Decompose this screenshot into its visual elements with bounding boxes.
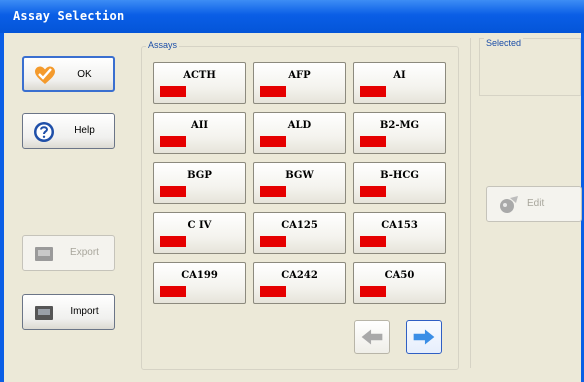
assay-status-indicator [160,286,186,297]
assay-status-indicator [160,186,186,197]
assay-button[interactable]: ALD [253,112,346,154]
assay-name: BGP [187,170,212,181]
next-page-button[interactable] [406,320,442,354]
assay-status-indicator [360,186,386,197]
assay-name: CA242 [281,270,318,281]
assay-status-indicator [360,236,386,247]
assay-status-indicator [260,186,286,197]
assay-button[interactable]: BGP [153,162,246,204]
assay-name: CA125 [281,220,318,231]
ok-button-label: OK [77,69,92,80]
export-disk-icon [35,247,53,261]
prev-page-button[interactable] [354,320,390,354]
assay-status-indicator [260,136,286,147]
help-button-label: Help [74,125,95,136]
window-title: Assay Selection [13,9,125,23]
help-question-icon [34,122,54,142]
import-disk-icon [35,306,53,320]
import-button[interactable]: Import [22,294,115,330]
assay-button[interactable]: CA242 [253,262,346,304]
assay-button[interactable]: CA199 [153,262,246,304]
arrow-right-icon [413,329,435,345]
window-border-left [0,33,4,382]
assay-name: ALD [287,120,312,131]
assay-name: BGW [285,170,314,181]
assay-name: CA50 [384,270,415,281]
assay-name: AFP [288,70,311,81]
assay-name: CA199 [181,270,218,281]
assay-button[interactable]: AII [153,112,246,154]
arrow-left-icon [361,329,383,345]
assay-status-indicator [160,86,186,97]
export-button-label: Export [70,247,99,258]
edit-paint-icon [500,196,518,213]
assay-status-indicator [160,136,186,147]
assay-status-indicator [260,86,286,97]
assay-status-indicator [360,286,386,297]
assay-name: AII [190,120,209,131]
assay-name: ACTH [183,70,216,81]
assay-button[interactable]: CA153 [353,212,446,254]
assay-button[interactable]: BGW [253,162,346,204]
edit-button[interactable]: Edit [486,186,582,222]
assay-button[interactable]: AI [353,62,446,104]
ok-button[interactable]: OK [22,56,115,92]
help-button[interactable]: Help [22,113,115,149]
assay-status-indicator [360,136,386,147]
assay-name: CA153 [381,220,418,231]
assay-button[interactable]: C IV [153,212,246,254]
assay-button[interactable]: B-HCG [353,162,446,204]
assay-name: B-HCG [380,170,419,181]
import-button-label: Import [70,306,99,317]
assay-button[interactable]: CA50 [353,262,446,304]
edit-button-label: Edit [527,198,545,209]
assay-status-indicator [360,86,386,97]
assay-name: B2-MG [379,120,420,131]
assay-button[interactable]: CA125 [253,212,346,254]
assay-button[interactable]: AFP [253,62,346,104]
assay-status-indicator [260,236,286,247]
assay-name: C IV [187,220,212,231]
assay-button[interactable]: ACTH [153,62,246,104]
assay-selection-window: Assay Selection OK Help Export Import As… [0,0,584,382]
export-button[interactable]: Export [22,235,115,271]
title-bar[interactable]: Assay Selection [0,0,584,33]
assay-button[interactable]: B2-MG [353,112,446,154]
heart-check-icon [35,66,55,84]
panel-divider [470,38,471,368]
assay-status-indicator [260,286,286,297]
assay-status-indicator [160,236,186,247]
selected-group-label: Selected [484,38,524,48]
assays-group-label: Assays [146,40,180,50]
assay-name: AI [393,70,406,81]
